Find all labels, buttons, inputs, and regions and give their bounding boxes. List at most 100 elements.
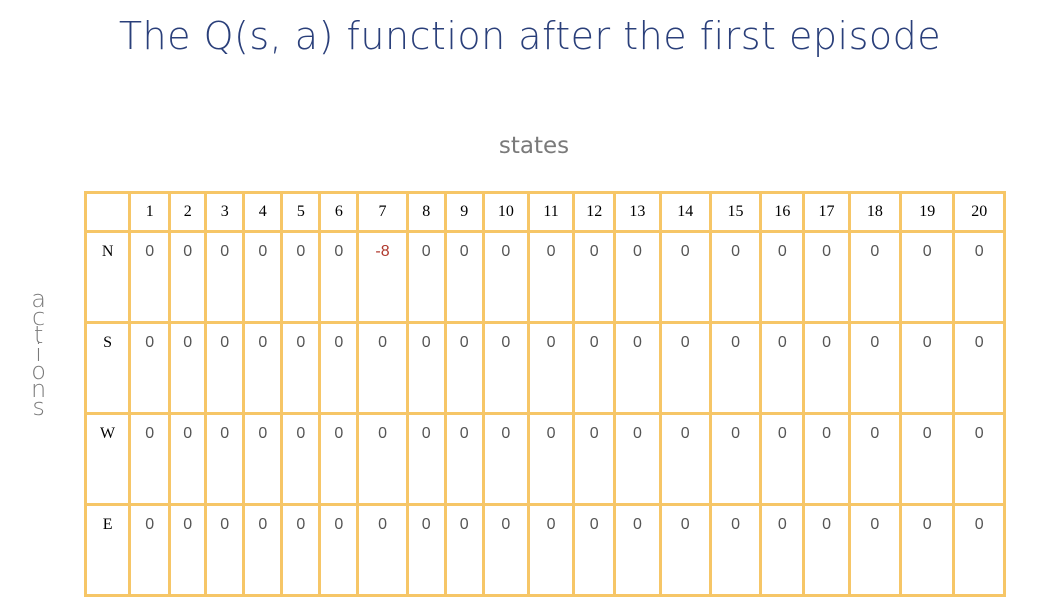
q-value-cell: 0 (899, 230, 956, 324)
state-header-cell: 9 (443, 191, 485, 233)
q-value-cell: 0 (168, 503, 208, 597)
q-value-cell: 0 (952, 230, 1006, 324)
q-value-cell: 0 (952, 503, 1006, 597)
q-value-cell: 0 (708, 230, 763, 324)
q-value-cell: 0 (847, 321, 903, 415)
state-header-cell: 1 (128, 191, 172, 233)
states-axis-label: states (498, 133, 570, 159)
state-header-cell: 18 (847, 191, 903, 233)
q-value-cell: 0 (405, 412, 447, 506)
q-value-cell: 0 (242, 412, 284, 506)
q-value-cell: 0 (847, 230, 903, 324)
q-value-cell: 0 (899, 503, 956, 597)
q-value-cell: 0 (443, 412, 485, 506)
action-row: N 0 0 0 0 0 0 -8 0 0 0 0 0 0 0 0 0 0 0 0 0 (83, 230, 1006, 324)
q-value-cell: 0 (280, 503, 322, 597)
q-value-cell: 0 (128, 321, 172, 415)
q-value-cell: 0 (899, 412, 956, 506)
q-value-cell: 0 (708, 321, 763, 415)
q-value-cell: 0 (318, 412, 360, 506)
q-value-cell: 0 (802, 230, 851, 324)
q-value-cell: 0 (952, 412, 1006, 506)
q-value-cell: 0 (242, 230, 284, 324)
q-value-cell: 0 (443, 321, 485, 415)
q-value-cell: 0 (481, 412, 530, 506)
q-value-cell: 0 (128, 412, 172, 506)
q-value-cell: 0 (613, 230, 662, 324)
q-value-cell: 0 (405, 503, 447, 597)
q-value-cell: 0 (168, 412, 208, 506)
q-value-cell: 0 (356, 321, 409, 415)
action-row: E00000000000000000000 (83, 503, 1006, 597)
q-value-cell: 0 (526, 230, 576, 324)
action-label-cell: E (83, 503, 132, 597)
q-value-cell: 0 (847, 412, 903, 506)
q-value-cell: 0 (899, 321, 956, 415)
state-header-cell: 7 (356, 191, 409, 233)
state-header-cell: 20 (952, 191, 1006, 233)
action-label-cell: S (83, 321, 132, 415)
q-value-cell: 0 (759, 321, 806, 415)
state-header-cell: 6 (318, 191, 360, 233)
q-value-cell: 0 (526, 321, 576, 415)
state-header-cell: 14 (658, 191, 712, 233)
q-value-cell: 0 (405, 230, 447, 324)
q-value-cell: 0 (481, 321, 530, 415)
q-value-cell: 0 (168, 230, 208, 324)
state-header-cell: 12 (572, 191, 617, 233)
q-value-cell: 0 (708, 412, 763, 506)
q-value-cell: 0 (280, 412, 322, 506)
q-value-cell: 0 (204, 321, 246, 415)
q-value-cell: 0 (526, 503, 576, 597)
state-header-cell: 3 (204, 191, 246, 233)
q-value-cell: 0 (613, 503, 662, 597)
q-value-cell: 0 (318, 230, 360, 324)
q-value-cell: 0 (168, 321, 208, 415)
q-value-cell: 0 (242, 503, 284, 597)
q-value-cell: 0 (128, 503, 172, 597)
q-value-cell: 0 (759, 503, 806, 597)
actions-label-letter: s (32, 393, 45, 421)
q-value-cell: 0 (572, 503, 617, 597)
q-value-cell: 0 (443, 230, 485, 324)
q-value-cell: -8 (356, 230, 409, 324)
q-value-cell: 0 (318, 503, 360, 597)
q-value-cell: 0 (802, 412, 851, 506)
q-value-cell: 0 (128, 230, 172, 324)
q-value-cell: 0 (658, 412, 712, 506)
q-value-cell: 0 (658, 230, 712, 324)
state-header-cell: 13 (613, 191, 662, 233)
action-label-cell: N (83, 230, 132, 324)
state-header-cell: 10 (481, 191, 530, 233)
q-value-cell: 0 (572, 412, 617, 506)
q-value-cell: 0 (572, 321, 617, 415)
state-header-cell: 5 (280, 191, 322, 233)
q-table: 1 2 3 4 5 6 7 8 9 10 11 12 13 14 15 16 17 18 19 20 N 0 0 0 0 0 0 -8… (83, 191, 1006, 597)
state-header-cell: 11 (526, 191, 576, 233)
q-value-cell: 0 (802, 503, 851, 597)
q-value-cell: 0 (658, 321, 712, 415)
state-header-cell: 2 (168, 191, 208, 233)
action-row: S00000000000000000000 (83, 321, 1006, 415)
corner-cell (83, 191, 132, 233)
state-header-cell: 4 (242, 191, 284, 233)
q-value-cell: 0 (204, 412, 246, 506)
q-value-cell: 0 (405, 321, 447, 415)
q-value-cell: 0 (280, 230, 322, 324)
q-value-cell: 0 (759, 230, 806, 324)
q-value-cell: 0 (204, 230, 246, 324)
q-value-cell: 0 (280, 321, 322, 415)
state-header-cell: 8 (405, 191, 447, 233)
state-header-cell: 19 (899, 191, 956, 233)
actions-axis-label: actions (31, 287, 46, 421)
action-row: W00000000000000000000 (83, 412, 1006, 506)
state-header-cell: 16 (759, 191, 806, 233)
q-value-cell: 0 (802, 321, 851, 415)
q-value-cell: 0 (443, 503, 485, 597)
state-header-cell: 15 (708, 191, 763, 233)
q-value-cell: 0 (204, 503, 246, 597)
q-value-cell: 0 (242, 321, 284, 415)
q-value-cell: 0 (759, 412, 806, 506)
page-title: The Q(s, a) function after the first epi… (118, 14, 942, 58)
q-value-cell: 0 (658, 503, 712, 597)
